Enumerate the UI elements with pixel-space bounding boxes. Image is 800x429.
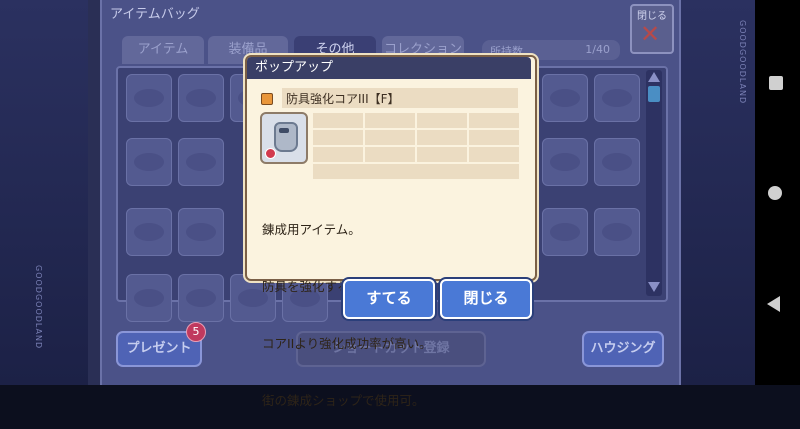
left-side-panel: GOODGOODLAND	[0, 0, 88, 385]
armor-core-icon	[260, 112, 308, 164]
stat-cell	[417, 130, 467, 145]
back-icon[interactable]	[767, 296, 780, 312]
item-stats-table	[313, 113, 519, 179]
item-slot[interactable]	[542, 208, 588, 256]
item-slot[interactable]	[542, 138, 588, 186]
stat-cell	[313, 164, 519, 179]
recent-apps-icon[interactable]	[769, 76, 783, 90]
scroll-down-arrow-icon[interactable]	[648, 282, 660, 292]
home-icon[interactable]	[768, 186, 782, 200]
item-slot[interactable]	[594, 208, 640, 256]
right-side-panel: GOODGOODLAND	[676, 0, 755, 385]
scroll-up-arrow-icon[interactable]	[648, 72, 660, 82]
stat-cell	[469, 130, 519, 145]
scroll-thumb[interactable]	[648, 86, 660, 102]
item-slot[interactable]	[178, 138, 224, 186]
item-slot[interactable]	[126, 274, 172, 322]
grid-scrollbar[interactable]	[646, 70, 662, 296]
item-slot[interactable]	[126, 138, 172, 186]
housing-button[interactable]: ハウジング	[582, 331, 664, 367]
item-slot[interactable]	[126, 74, 172, 122]
item-slot[interactable]	[594, 74, 640, 122]
stat-cell	[365, 113, 415, 128]
item-count-value: 1/40	[585, 43, 610, 56]
tab-items[interactable]: アイテム	[122, 36, 204, 64]
popup-header: ポップアップ	[247, 57, 531, 79]
close-icon: ✕	[640, 20, 661, 48]
description-line: 錬成用アイテム。	[262, 222, 361, 237]
stat-cell	[417, 147, 467, 162]
side-watermark-right: GOODGOODLAND	[738, 20, 747, 105]
item-slot[interactable]	[594, 138, 640, 186]
stat-cell	[313, 147, 363, 162]
rarity-icon	[261, 93, 273, 105]
stat-cell	[365, 147, 415, 162]
popup-title: ポップアップ	[255, 60, 334, 75]
side-watermark-left: GOODGOODLAND	[34, 265, 43, 350]
description-line: コアIIより強化成功率が高い。	[262, 336, 432, 351]
stat-cell	[313, 113, 363, 128]
item-slot[interactable]	[126, 208, 172, 256]
item-slot[interactable]	[542, 74, 588, 122]
armor-core-body	[274, 122, 298, 152]
description-line: 街の錬成ショップで使用可。	[262, 393, 425, 408]
item-status-dot-icon	[265, 148, 276, 159]
item-slot[interactable]	[178, 208, 224, 256]
popup-close-button[interactable]: 閉じる	[440, 279, 532, 319]
bag-title: アイテムバッグ	[110, 7, 200, 22]
bag-close-button[interactable]: 閉じる ✕	[630, 4, 674, 54]
stat-cell	[313, 130, 363, 145]
item-slot[interactable]	[178, 74, 224, 122]
item-slot[interactable]	[178, 274, 224, 322]
present-count-badge: 5	[186, 322, 206, 342]
discard-button[interactable]: すてる	[343, 279, 435, 319]
stat-cell	[365, 130, 415, 145]
stat-cell	[469, 147, 519, 162]
armor-core-visor	[279, 128, 289, 133]
stat-cell	[469, 113, 519, 128]
stat-cell	[417, 113, 467, 128]
item-name: 防具強化コアIII【F】	[286, 92, 400, 106]
